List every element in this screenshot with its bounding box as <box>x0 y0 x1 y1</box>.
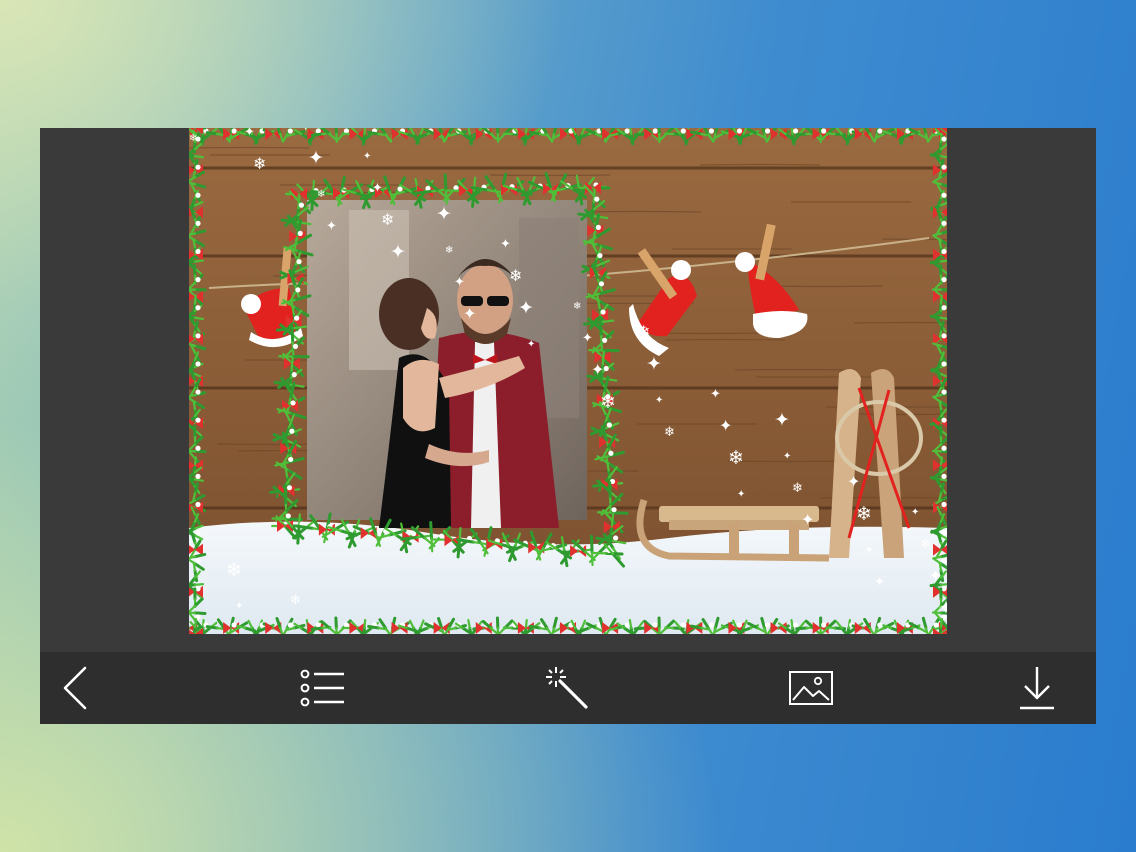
svg-text:✦: ✦ <box>874 575 885 590</box>
svg-text:✦: ✦ <box>235 601 243 612</box>
svg-text:❄: ❄ <box>856 503 872 525</box>
svg-text:❄: ❄ <box>637 322 650 341</box>
image-icon <box>789 671 833 705</box>
svg-text:✦: ✦ <box>518 297 534 319</box>
photo-canvas[interactable]: ❄ ✦ ✦ ❄ ✦ ✦ ❄ ✦ ✦ ❄ ✦ ✦ ❄ ✦ ✦ ❄ ✦ ✦ ❄ ✦ ✦ ❄ ✦ ✦ ❄ ✦ ✦ ❄ ✦ ✦ ❄ ✦ ✦ ❄ ✦ ✦ ❄ ✦ ✦ ❄… <box>189 128 947 634</box>
chevron-left-icon <box>63 666 87 710</box>
svg-text:✦: ✦ <box>865 545 873 556</box>
svg-text:❄: ❄ <box>509 266 522 285</box>
svg-text:❄: ❄ <box>317 189 325 200</box>
svg-text:❄: ❄ <box>728 447 744 469</box>
back-button[interactable] <box>46 662 106 714</box>
svg-text:✦: ✦ <box>911 507 919 518</box>
effects-button[interactable] <box>537 662 597 714</box>
svg-text:✦: ✦ <box>655 395 663 406</box>
svg-text:✦: ✦ <box>244 128 255 140</box>
svg-text:✦: ✦ <box>591 360 604 379</box>
svg-text:✦: ✦ <box>436 203 452 225</box>
svg-text:✦: ✦ <box>847 472 860 491</box>
svg-text:✦: ✦ <box>500 237 511 252</box>
svg-text:✦: ✦ <box>454 275 465 290</box>
svg-text:✦: ✦ <box>463 304 476 323</box>
download-button[interactable] <box>1007 662 1067 714</box>
svg-text:✦: ✦ <box>719 416 732 435</box>
svg-text:✦: ✦ <box>363 151 371 162</box>
svg-text:❄: ❄ <box>792 481 803 496</box>
svg-text:✦: ✦ <box>737 489 745 500</box>
svg-text:❄: ❄ <box>600 391 616 413</box>
svg-text:✦: ✦ <box>326 219 337 234</box>
svg-text:✦: ✦ <box>527 339 535 350</box>
svg-text:✦: ✦ <box>783 451 791 462</box>
svg-text:✦: ✦ <box>582 331 593 346</box>
svg-text:✦: ✦ <box>938 597 947 619</box>
svg-text:❄: ❄ <box>189 133 197 144</box>
svg-text:✦: ✦ <box>299 128 312 135</box>
svg-text:✦: ✦ <box>372 181 383 196</box>
svg-text:❄: ❄ <box>290 593 301 608</box>
svg-text:❄: ❄ <box>445 245 453 256</box>
gallery-button[interactable] <box>781 662 841 714</box>
christmas-frame-image: ❄ ✦ ✦ ❄ ✦ ✦ ❄ ✦ ✦ ❄ ✦ ✦ ❄ ✦ ✦ ❄ ✦ ✦ ❄ ✦ ✦ ❄ ✦ ✦ ❄ ✦ ✦ ❄ ✦ ✦ ❄ ✦ ✦ ❄ ✦ ✦ ❄ ✦ ✦ ❄… <box>189 128 947 634</box>
svg-text:✦: ✦ <box>710 387 721 402</box>
svg-text:✦: ✦ <box>929 566 942 585</box>
svg-text:✦: ✦ <box>774 409 790 431</box>
editor-panel: ❄ ✦ ✦ ❄ ✦ ✦ ❄ ✦ ✦ ❄ ✦ ✦ ❄ ✦ ✦ ❄ ✦ ✦ ❄ ✦ ✦ ❄ ✦ ✦ ❄ ✦ ✦ ❄ ✦ ✦ ❄ ✦ ✦ ❄ ✦ ✦ ❄ ✦ ✦ ❄… <box>40 128 1096 724</box>
svg-text:❄: ❄ <box>226 559 242 581</box>
svg-text:❄: ❄ <box>381 210 394 229</box>
svg-text:❄: ❄ <box>920 537 931 552</box>
list-icon <box>300 669 344 707</box>
svg-text:❄: ❄ <box>253 154 266 173</box>
frames-list-button[interactable] <box>293 662 353 714</box>
magic-wand-icon <box>546 667 588 709</box>
svg-text:✦: ✦ <box>308 147 324 169</box>
svg-text:❄: ❄ <box>664 425 675 440</box>
bottom-toolbar <box>40 652 1096 724</box>
svg-text:❄: ❄ <box>573 301 581 312</box>
download-icon <box>1020 667 1054 710</box>
svg-text:✦: ✦ <box>801 510 814 529</box>
svg-text:✦: ✦ <box>646 353 662 375</box>
svg-text:✦: ✦ <box>390 241 406 263</box>
